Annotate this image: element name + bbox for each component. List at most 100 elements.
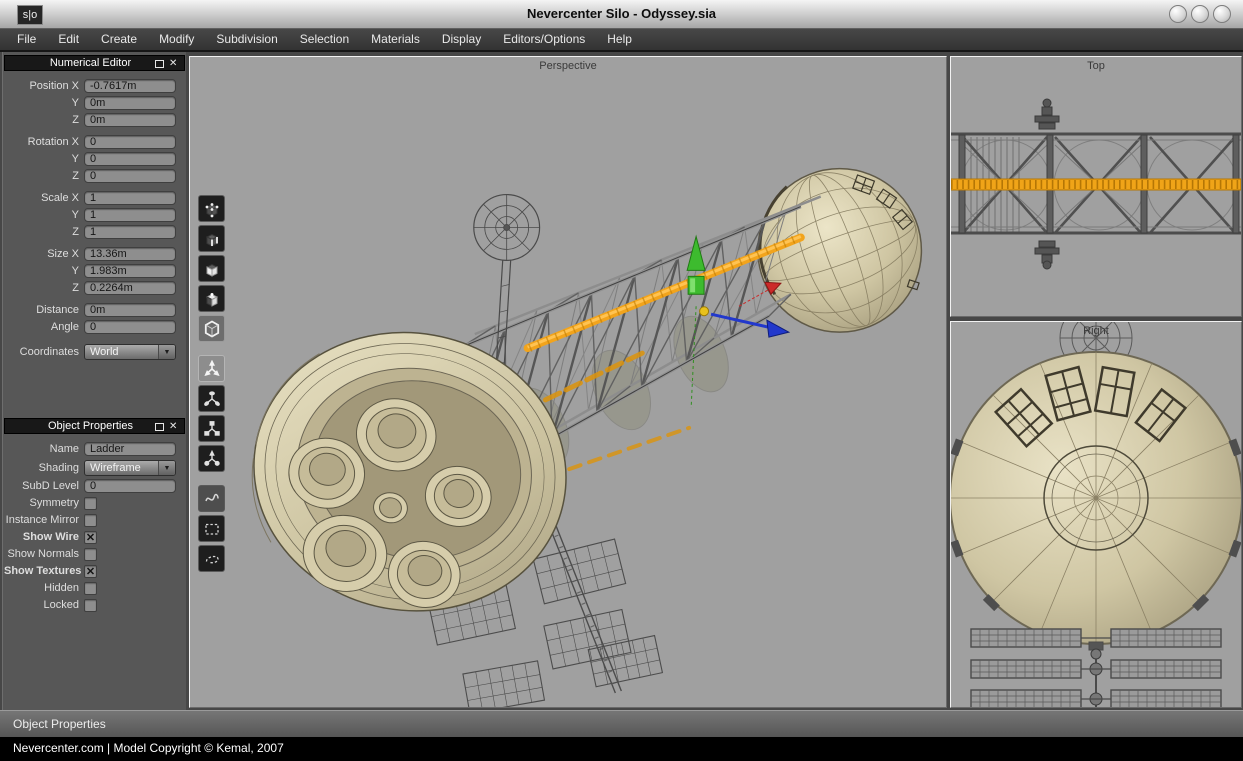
rotation-z-field[interactable]: [84, 169, 176, 183]
perspective-viewport-label: Perspective: [190, 60, 946, 72]
perspective-viewport[interactable]: Perspective: [189, 56, 947, 708]
field-label: Hidden: [4, 582, 84, 594]
paint-select-icon: [203, 490, 221, 508]
menu-display[interactable]: Display: [431, 29, 492, 50]
coordinates-value: World: [85, 345, 158, 359]
window-close-button[interactable]: [1213, 5, 1231, 23]
edge-mode-icon: [203, 230, 221, 248]
position-z-field[interactable]: [84, 113, 176, 127]
object-mode-button[interactable]: [198, 315, 225, 342]
menu-subdivision[interactable]: Subdivision: [205, 29, 288, 50]
field-label: SubD Level: [4, 480, 84, 492]
menu-create[interactable]: Create: [90, 29, 148, 50]
menu-materials[interactable]: Materials: [360, 29, 431, 50]
multi-mode-icon: [203, 290, 221, 308]
field-label: Instance Mirror: [4, 514, 84, 526]
instance-mirror-checkbox[interactable]: [84, 514, 97, 527]
field-label: Distance: [4, 304, 84, 316]
position-y-field[interactable]: [84, 96, 176, 110]
lasso-select-button[interactable]: [198, 545, 225, 572]
shading-value: Wireframe: [85, 461, 158, 475]
object-properties-panel: Object Properties ✕ Name Shading Wirefra…: [4, 418, 185, 617]
show-normals-checkbox[interactable]: [84, 548, 97, 561]
vertex-mode-button[interactable]: [198, 195, 225, 222]
subd-level-field[interactable]: [84, 479, 176, 493]
top-view-render: [951, 57, 1241, 316]
locked-checkbox[interactable]: [84, 599, 97, 612]
numerical-editor-title: Numerical Editor: [5, 57, 154, 69]
paint-select-button[interactable]: [198, 485, 225, 512]
universal-manipulator-button[interactable]: [198, 445, 225, 472]
menu-modify[interactable]: Modify: [148, 29, 205, 50]
scale-x-field[interactable]: [84, 191, 176, 205]
field-label: Show Wire: [4, 531, 84, 543]
right-viewport[interactable]: Right: [950, 321, 1242, 708]
hidden-checkbox[interactable]: [84, 582, 97, 595]
panel-close-icon[interactable]: ✕: [169, 421, 180, 432]
edge-mode-button[interactable]: [198, 225, 225, 252]
rotation-x-field[interactable]: [84, 135, 176, 149]
numerical-editor-panel: Numerical Editor ✕ Position X Y Z Rotati…: [4, 55, 185, 364]
field-label: Show Normals: [4, 548, 84, 560]
size-x-field[interactable]: [84, 247, 176, 261]
scale-tool-button[interactable]: [198, 415, 225, 442]
app-window: s|o Nevercenter Silo - Odyssey.sia File …: [0, 0, 1243, 761]
rect-select-button[interactable]: [198, 515, 225, 542]
scale-z-field[interactable]: [84, 225, 176, 239]
symmetry-checkbox[interactable]: [84, 497, 97, 510]
shading-dropdown[interactable]: Wireframe ▼: [84, 460, 176, 476]
field-label: Symmetry: [4, 497, 84, 509]
face-mode-button[interactable]: [198, 255, 225, 282]
right-viewport-label: Right: [951, 325, 1241, 337]
chevron-down-icon: ▼: [158, 461, 175, 475]
window-maximize-button[interactable]: [1191, 5, 1209, 23]
panel-detach-icon[interactable]: [154, 58, 165, 69]
viewport-toolbar: [198, 195, 226, 575]
scale-y-field[interactable]: [84, 208, 176, 222]
menu-editors-options[interactable]: Editors/Options: [492, 29, 596, 50]
workspace: Numerical Editor ✕ Position X Y Z Rotati…: [0, 52, 1243, 710]
show-textures-checkbox[interactable]: ✕: [84, 565, 97, 578]
footer-bar: Nevercenter.com | Model Copyright © Kema…: [0, 737, 1243, 761]
move-tool-icon: [203, 360, 221, 378]
menu-help[interactable]: Help: [596, 29, 643, 50]
panel-detach-icon[interactable]: [154, 421, 165, 432]
perspective-3d-render: [190, 57, 946, 707]
field-label: Show Textures: [4, 565, 84, 577]
field-label: Size X: [4, 248, 84, 260]
show-wire-checkbox[interactable]: ✕: [84, 531, 97, 544]
object-properties-title: Object Properties: [5, 420, 154, 432]
universal-manipulator-icon: [203, 450, 221, 468]
numerical-editor-header[interactable]: Numerical Editor ✕: [4, 55, 185, 71]
menu-edit[interactable]: Edit: [47, 29, 90, 50]
field-label: Y: [4, 265, 84, 277]
size-z-field[interactable]: [84, 281, 176, 295]
window-minimize-button[interactable]: [1169, 5, 1187, 23]
position-x-field[interactable]: [84, 79, 176, 93]
angle-field[interactable]: [84, 320, 176, 334]
sphere-front: [951, 352, 1241, 644]
face-mode-icon: [203, 260, 221, 278]
rotation-y-field[interactable]: [84, 152, 176, 166]
top-viewport[interactable]: Top: [950, 56, 1242, 317]
menu-selection[interactable]: Selection: [289, 29, 360, 50]
panel-close-icon[interactable]: ✕: [169, 58, 180, 69]
move-tool-button[interactable]: [198, 355, 225, 382]
footer-text: Nevercenter.com | Model Copyright © Kema…: [13, 741, 284, 755]
multi-mode-button[interactable]: [198, 285, 225, 312]
menu-file[interactable]: File: [6, 29, 47, 50]
chevron-down-icon: ▼: [158, 345, 175, 359]
selected-ladder[interactable]: [528, 236, 801, 348]
object-properties-header[interactable]: Object Properties ✕: [4, 418, 185, 434]
distance-field[interactable]: [84, 303, 176, 317]
rotate-tool-button[interactable]: [198, 385, 225, 412]
status-bar: Object Properties: [0, 710, 1243, 737]
size-y-field[interactable]: [84, 264, 176, 278]
coordinates-dropdown[interactable]: World ▼: [84, 344, 176, 360]
name-field[interactable]: [84, 442, 176, 456]
field-label: Z: [4, 226, 84, 238]
field-label: Rotation X: [4, 136, 84, 148]
field-label: Locked: [4, 599, 84, 611]
title-bar[interactable]: s|o Nevercenter Silo - Odyssey.sia: [0, 0, 1243, 29]
field-label: Shading: [4, 462, 84, 474]
